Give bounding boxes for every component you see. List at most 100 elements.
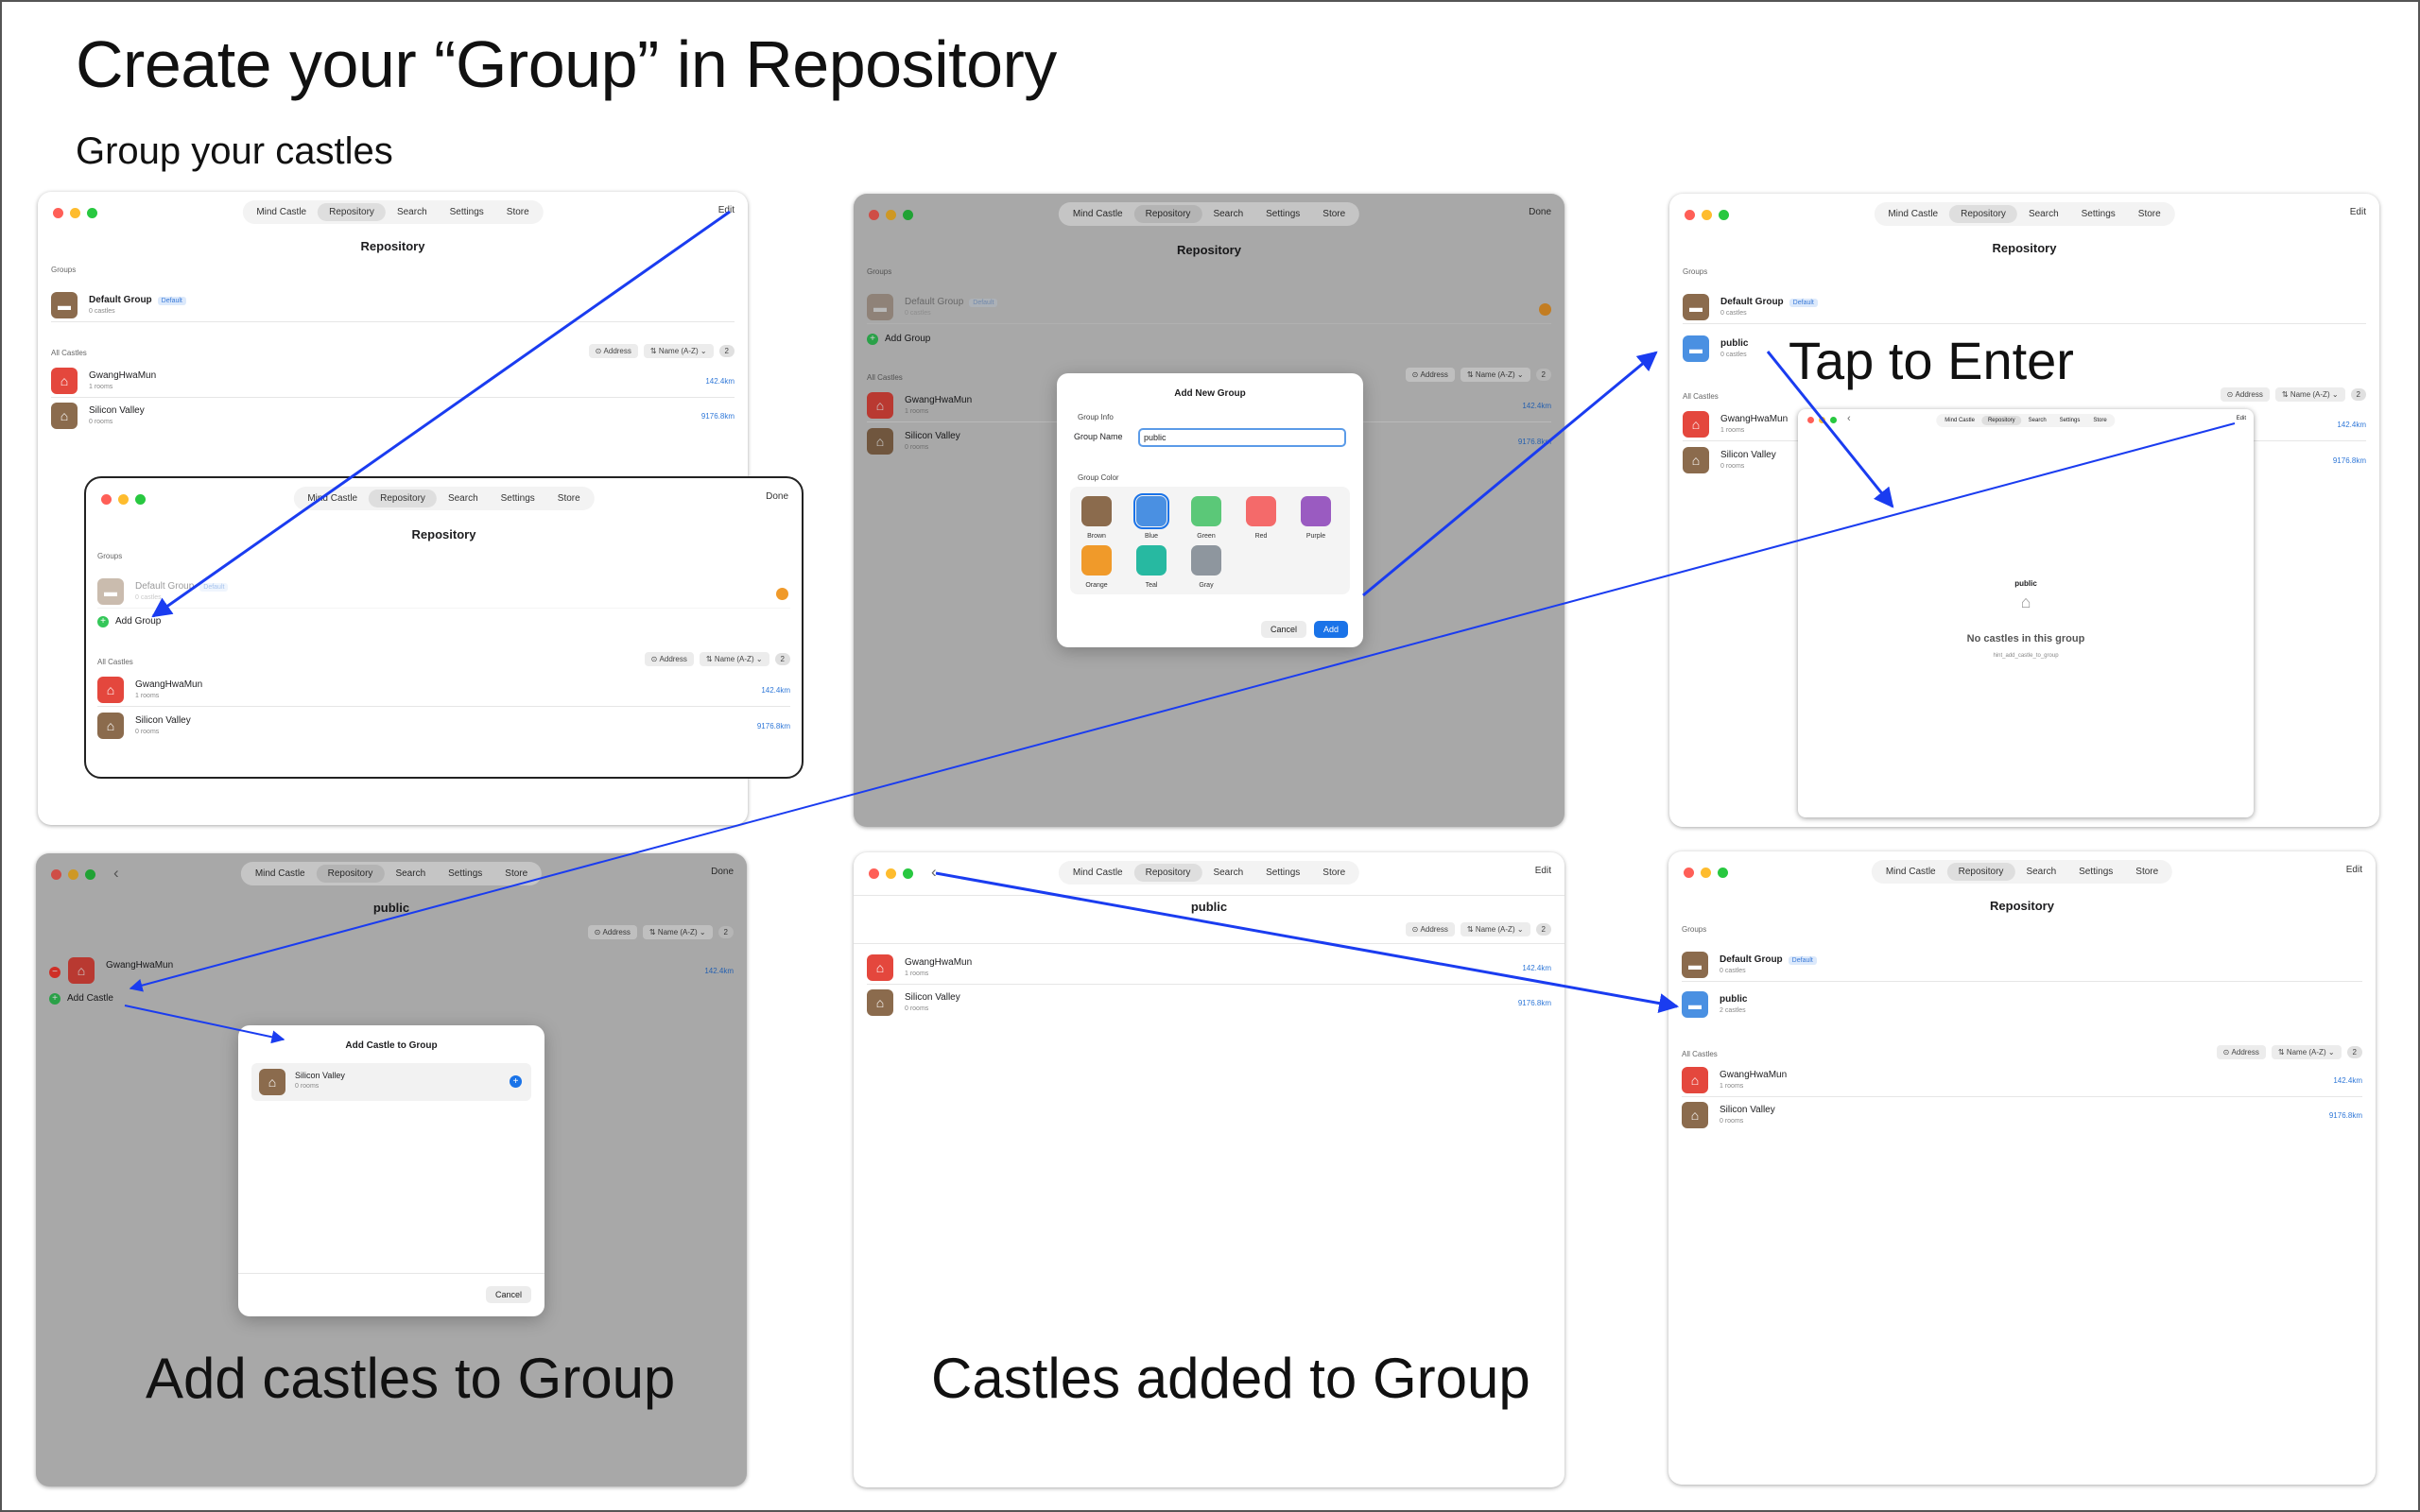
tab-search[interactable]: Search [2022, 416, 2053, 425]
tab-repository[interactable]: Repository [369, 490, 437, 507]
color-purple[interactable]: Purple [1301, 496, 1331, 540]
castle-distance: 9176.8km [1517, 999, 1551, 1007]
tab-settings[interactable]: Settings [2070, 205, 2127, 223]
tab-repository[interactable]: Repository [1133, 864, 1202, 882]
add-castle-icon[interactable]: + [510, 1075, 522, 1088]
back-icon[interactable]: ‹ [931, 863, 937, 882]
castle-row[interactable]: ⌂ GwangHwaMun 1 rooms 142.4km [1682, 1065, 2362, 1097]
tab-search[interactable]: Search [2014, 863, 2067, 881]
tutorial-canvas: Create your “Group” in Repository Group … [0, 0, 2420, 1512]
sort-select[interactable]: ⇅ Name (A-Z) ⌄ [2271, 1045, 2342, 1059]
tab-store[interactable]: Store [1311, 864, 1357, 882]
tab-search[interactable]: Search [1201, 864, 1254, 882]
add-group-button[interactable]: + Add Group [97, 616, 161, 627]
color-green[interactable]: Green [1191, 496, 1221, 540]
castle-name: GwangHwaMun [135, 679, 203, 690]
address-filter[interactable]: ⊙ Address [2220, 387, 2270, 402]
cancel-button[interactable]: Cancel [1261, 621, 1307, 638]
tab-settings[interactable]: Settings [490, 490, 546, 507]
castle-icon: ⌂ [867, 954, 893, 981]
castle-row[interactable]: ⌂ GwangHwaMun 1 rooms 142.4km [97, 675, 790, 707]
tab-store[interactable]: Store [546, 490, 592, 507]
tab-mind-castle[interactable]: Mind Castle [1938, 416, 1981, 425]
address-filter[interactable]: ⊙ Address [588, 344, 638, 358]
color-blue[interactable]: Blue [1133, 493, 1169, 540]
tab-mind-castle[interactable]: Mind Castle [1875, 863, 1947, 881]
castle-row[interactable]: ⌂ GwangHwaMun 1 rooms 142.4km [51, 366, 735, 398]
group-row-default[interactable]: ▬ Default Group Default 0 castles [1683, 292, 2366, 324]
address-filter[interactable]: ⊙ Address [2216, 1045, 2266, 1059]
edit-button[interactable]: Edit [2237, 416, 2246, 421]
window-controls[interactable] [1685, 210, 1729, 220]
tab-search[interactable]: Search [2017, 205, 2070, 223]
edit-button[interactable]: Edit [1535, 866, 1551, 876]
address-filter[interactable]: ⊙ Address [1405, 922, 1455, 936]
edit-button[interactable]: Edit [2350, 207, 2366, 217]
tab-store[interactable]: Store [2086, 416, 2113, 425]
group-name-field[interactable]: public [1138, 428, 1346, 447]
title-bar: Mind Castle Repository Search Settings S… [86, 478, 802, 522]
tab-repository[interactable]: Repository [1980, 416, 2022, 425]
tab-repository[interactable]: Repository [1946, 863, 2015, 881]
screen-title: Repository [360, 239, 425, 253]
cancel-button[interactable]: Cancel [485, 1286, 531, 1303]
window-controls[interactable] [53, 208, 97, 218]
tab-mind-castle[interactable]: Mind Castle [1062, 864, 1134, 882]
tab-store[interactable]: Store [495, 203, 541, 221]
window-controls[interactable] [101, 494, 146, 505]
castle-distance: 9176.8km [756, 722, 790, 730]
window-controls[interactable] [1807, 417, 1837, 423]
default-badge: Default [1788, 956, 1817, 965]
groups-header: Groups [1683, 267, 1708, 276]
castle-row[interactable]: ⌂ Silicon Valley 0 rooms 9176.8km [867, 988, 1551, 1020]
castle-icon: ⌂ [51, 403, 78, 429]
tab-store[interactable]: Store [2124, 863, 2169, 881]
castle-row[interactable]: ⌂ Silicon Valley 0 rooms 9176.8km [1682, 1100, 2362, 1132]
castle-rooms: 1 rooms [905, 971, 929, 977]
color-brown[interactable]: Brown [1081, 496, 1112, 540]
castle-option[interactable]: ⌂ Silicon Valley 0 rooms + [251, 1063, 531, 1101]
window-controls[interactable] [869, 868, 913, 879]
tab-search[interactable]: Search [437, 490, 490, 507]
group-row-default[interactable]: ▬ Default Group Default 0 castles [51, 290, 735, 322]
castle-distance: 9176.8km [2328, 1111, 2362, 1120]
reorder-handle[interactable] [776, 588, 788, 600]
tab-mind-castle[interactable]: Mind Castle [245, 203, 318, 221]
page-subtitle: Group your castles [76, 130, 393, 172]
tab-mind-castle[interactable]: Mind Castle [296, 490, 369, 507]
tab-store[interactable]: Store [2127, 205, 2172, 223]
dialog-title: Add New Group [1174, 388, 1246, 399]
color-teal[interactable]: Teal [1136, 545, 1167, 589]
nav-tabs: Mind Castle Repository Search Settings S… [1058, 861, 1360, 885]
group-name: Default Group [1720, 297, 1784, 307]
add-button[interactable]: Add [1314, 621, 1349, 638]
tab-repository[interactable]: Repository [318, 203, 386, 221]
color-gray[interactable]: Gray [1191, 545, 1221, 589]
sort-select[interactable]: ⇅ Name (A-Z) ⌄ [699, 652, 769, 666]
done-button[interactable]: Done [766, 491, 788, 502]
group-row-default[interactable]: ▬ Default Group Default 0 castles [1682, 950, 2362, 982]
tab-settings[interactable]: Settings [439, 203, 495, 221]
color-red[interactable]: Red [1246, 496, 1276, 540]
castle-filters: ⊙ Address ⇅ Name (A-Z) ⌄ 2 [1405, 922, 1551, 936]
group-row-public[interactable]: ▬ public 2 castles [1682, 989, 2362, 1022]
castle-row[interactable]: ⌂ GwangHwaMun 1 rooms 142.4km [867, 953, 1551, 985]
color-orange[interactable]: Orange [1081, 545, 1112, 589]
window-controls[interactable] [1684, 868, 1728, 878]
sort-select[interactable]: ⇅ Name (A-Z) ⌄ [2274, 387, 2345, 402]
sort-select[interactable]: ⇅ Name (A-Z) ⌄ [1460, 922, 1530, 936]
tab-settings[interactable]: Settings [2067, 863, 2124, 881]
castle-row[interactable]: ⌂ Silicon Valley 0 rooms 9176.8km [97, 711, 790, 743]
edit-button[interactable]: Edit [2346, 865, 2362, 875]
tab-repository[interactable]: Repository [1949, 205, 2017, 223]
tab-settings[interactable]: Settings [2053, 416, 2087, 425]
address-filter[interactable]: ⊙ Address [644, 652, 694, 666]
back-icon[interactable]: ‹ [1847, 413, 1851, 424]
tab-settings[interactable]: Settings [1254, 864, 1311, 882]
castle-rooms: 1 rooms [89, 384, 113, 390]
sort-select[interactable]: ⇅ Name (A-Z) ⌄ [643, 344, 714, 358]
edit-button[interactable]: Edit [718, 205, 735, 215]
castle-row[interactable]: ⌂ Silicon Valley 0 rooms 9176.8km [51, 401, 735, 433]
tab-search[interactable]: Search [386, 203, 439, 221]
tab-mind-castle[interactable]: Mind Castle [1876, 205, 1949, 223]
